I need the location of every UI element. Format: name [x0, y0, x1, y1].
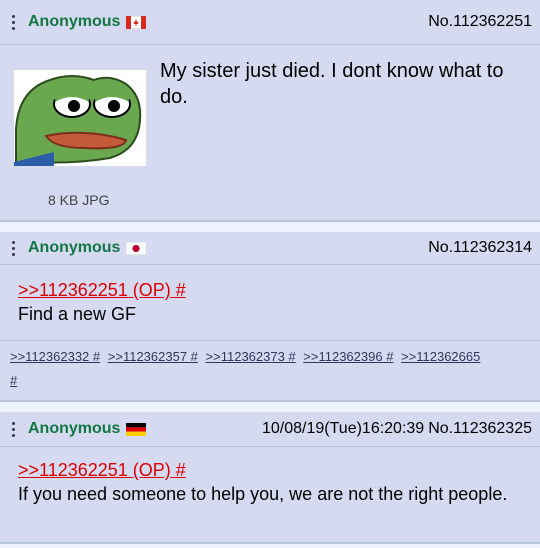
post-body: >>112362251 (OP) # If you need someone t… [18, 458, 520, 506]
quote-link[interactable]: >>112362251 (OP) # [18, 458, 520, 482]
post-message: Find a new GF [18, 304, 137, 324]
post-header: Anonymous 10/08/19(Tue)16:20:39 No.11236… [0, 412, 540, 447]
japan-flag-icon [126, 241, 147, 255]
post-menu-icon[interactable] [4, 421, 22, 437]
post-message: If you need someone to help you, we are … [18, 484, 508, 504]
poster-name: Anonymous [28, 239, 121, 256]
reply-post: Anonymous 10/08/19(Tue)16:20:39 No.11236… [0, 412, 540, 544]
post-number[interactable]: No.112362314 [428, 239, 532, 257]
post-number[interactable]: No.112362251 [428, 13, 532, 31]
canada-flag-icon [126, 15, 147, 29]
post-number[interactable]: No.112362325 [428, 420, 532, 438]
poster-name: Anonymous [28, 13, 121, 30]
backlink[interactable]: # [10, 373, 17, 388]
post-menu-icon[interactable] [4, 240, 22, 256]
reply-post: Anonymous No.112362314 >>112362251 (OP) … [0, 232, 540, 402]
sad-frog-image[interactable] [14, 70, 146, 166]
germany-flag-icon [126, 422, 147, 436]
post-menu-icon[interactable] [4, 14, 22, 30]
post-message: My sister just died. I dont know what to… [160, 60, 504, 108]
backlink[interactable]: >>112362665 [401, 349, 480, 364]
op-post: Anonymous No.112362251 8 KB JPG My siste… [0, 0, 540, 222]
backlinks: >>112362332 # >>112362357 # >>112362373 … [0, 340, 540, 396]
backlink[interactable]: >>112362396 # [303, 349, 393, 364]
backlink[interactable]: >>112362373 # [206, 349, 296, 364]
poster-name: Anonymous [28, 420, 121, 437]
backlink[interactable]: >>112362357 # [108, 349, 198, 364]
file-info: 8 KB JPG [48, 192, 110, 208]
post-body: >>112362251 (OP) # Find a new GF [18, 278, 186, 326]
post-date: 10/08/19(Tue)16:20:39 [262, 420, 425, 437]
backlink[interactable]: >>112362332 # [10, 349, 100, 364]
post-header: Anonymous No.112362314 [0, 232, 540, 265]
quote-link[interactable]: >>112362251 (OP) # [18, 278, 186, 302]
post-header: Anonymous No.112362251 [0, 0, 540, 45]
